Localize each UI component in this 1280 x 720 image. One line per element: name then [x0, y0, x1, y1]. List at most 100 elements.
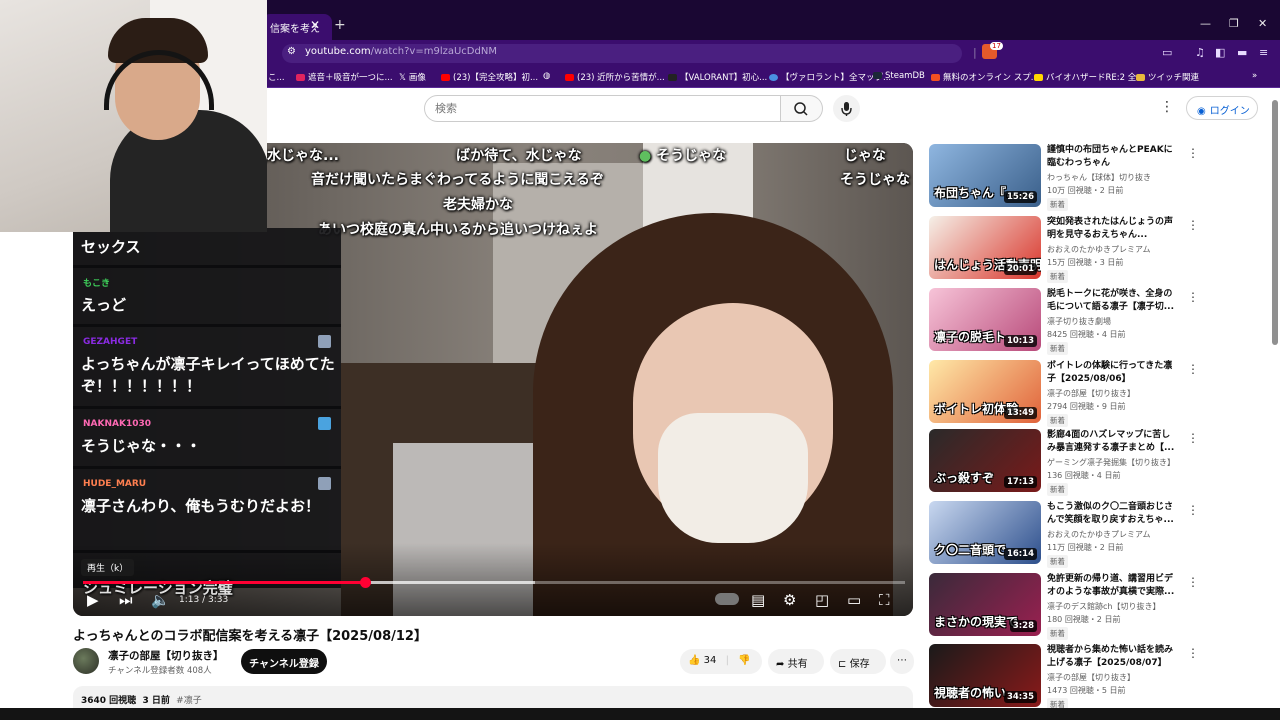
autoplay-toggle[interactable] [715, 593, 739, 605]
recommendation-thumbnail[interactable]: はんじょう活動声明 20:01 [929, 216, 1041, 279]
recommendation-channel[interactable]: おおえのたかゆきプレミアム [1047, 244, 1150, 255]
voice-search-button[interactable] [833, 95, 860, 122]
close-icon[interactable]: ✕ [310, 18, 320, 32]
recommendation-card[interactable]: ク〇二音頭で 16:14 もこう激似のク〇二音頭おじさんで笑顔を取り戻すおえちゃ..… [929, 501, 1269, 569]
chat-message: GEZAHGET よっちゃんが凛子キレイってほめてたぞ！！！！！！！ [73, 329, 341, 409]
recommendation-thumbnail[interactable]: 布団ちゃん『...... 15:26 [929, 144, 1041, 207]
restore-icon[interactable]: ❐ [1229, 17, 1239, 30]
progress-scrubber[interactable] [359, 577, 371, 588]
bookmark-item[interactable]: こ... [268, 71, 285, 83]
recommendation-card[interactable]: 視聴者の怖い 34:35 視聴者から集めた怖い話を読み上げる凛子【2025/08/0… [929, 644, 1269, 712]
minimize-icon[interactable]: — [1200, 17, 1211, 30]
kebab-menu-icon[interactable]: ⋮ [1187, 431, 1199, 445]
bookmark-item[interactable]: (23) 近所から苦情が... [565, 71, 665, 83]
recommendation-channel[interactable]: わっちゃん【球体】切り抜き [1047, 172, 1151, 183]
bookmark-item[interactable]: (23)【完全攻略】初... [441, 71, 538, 83]
search-box[interactable] [424, 95, 781, 122]
scrollbar-thumb[interactable] [1272, 100, 1278, 345]
bookmark-item[interactable]: 𝕏 画像 [399, 71, 426, 83]
progress-bar[interactable] [83, 581, 905, 584]
music-icon[interactable]: ♫ [1195, 46, 1205, 59]
duration-badge: 15:26 [1003, 191, 1037, 203]
youtube-favicon-icon [441, 74, 450, 81]
microphone-icon [841, 102, 852, 116]
search-input[interactable] [425, 96, 755, 121]
recommendation-title[interactable]: 謹慎中の布団ちゃんとPEAKに臨むわっちゃん [1047, 144, 1179, 170]
bookmark-item[interactable]: バイオハザードRE:2 全... [1034, 71, 1144, 83]
bookmark-item[interactable]: 【VALORANT】初心... [668, 71, 767, 83]
kebab-menu-icon[interactable]: ⋮ [1187, 362, 1199, 376]
next-icon[interactable]: ⏭ [119, 591, 133, 609]
bookmarks-overflow-icon[interactable]: » [1252, 71, 1257, 81]
bookmark-item[interactable]: 無料のオンライン スプ... [931, 71, 1039, 83]
play-icon[interactable]: ▶ [87, 591, 99, 609]
recommendation-thumbnail[interactable]: ボイトレ初体験 13:49 [929, 360, 1041, 423]
recommendation-thumbnail[interactable]: ぶっ殺すぞ 17:13 [929, 429, 1041, 492]
recommendation-channel[interactable]: 凛子の部屋【切り抜き】 [1047, 672, 1135, 683]
recommendation-channel[interactable]: ゲーミング凛子発掘集【切り抜き】 [1047, 457, 1175, 468]
recommendation-card[interactable]: ボイトレ初体験 13:49 ボイトレの体験に行ってきた凛子【2025/08/06】凛… [929, 360, 1269, 428]
recommendation-thumbnail[interactable]: 視聴者の怖い 34:35 [929, 644, 1041, 707]
share-button[interactable]: ➦ 共有 [768, 649, 824, 674]
bookmark-favicon-icon [296, 74, 305, 81]
site-info-icon[interactable]: ⚙ [287, 46, 296, 57]
recommendation-thumbnail[interactable]: 凛子の脱毛ト 10:13 [929, 288, 1041, 351]
screen-icon[interactable]: ▭ [1162, 46, 1172, 59]
gear-icon[interactable]: ⚙ [783, 591, 796, 609]
recommendation-card[interactable]: ぶっ殺すぞ 17:13 影廊4面のハズレマップに苦しみ暴言連発する凛子まとめ【...… [929, 429, 1269, 497]
bookmark-item[interactable]: 遮音＋吸音が一つに... [296, 71, 393, 83]
more-actions-icon[interactable]: ⋯ [890, 649, 914, 674]
url-text[interactable]: youtube.com/watch?v=m9lzaUcDdNM [305, 46, 497, 57]
browser-menu-icon[interactable]: ≡ [1259, 46, 1268, 59]
recommendation-title[interactable]: 視聴者から集めた怖い話を読み上げる凛子【2025/08/07】 [1047, 644, 1179, 670]
youtube-favicon-icon [565, 74, 574, 81]
recommendation-channel[interactable]: 凛子のデス館跡ch【切り抜き】 [1047, 601, 1160, 612]
channel-avatar[interactable] [73, 648, 99, 674]
recommendation-channel[interactable]: 凛子切り抜き劇場 [1047, 316, 1111, 327]
save-button[interactable]: ⊏ 保存 [830, 649, 886, 674]
subscribe-button[interactable]: チャンネル登録 [241, 649, 327, 674]
miniplayer-icon[interactable]: ◰ [815, 591, 829, 609]
kebab-menu-icon[interactable]: ⋮ [1187, 218, 1199, 232]
like-button[interactable]: 👍 34 [688, 655, 716, 666]
recommendation-title[interactable]: 免許更新の帰り道、講習用ビデオのような事故が真横で実際... [1047, 573, 1179, 599]
theater-mode-icon[interactable]: ▭ [847, 591, 861, 609]
recommendation-card[interactable]: はんじょう活動声明 20:01 突如発表されたはんじょうの声明を見守るおえちゃん..… [929, 216, 1269, 284]
recommendation-card[interactable]: 凛子の脱毛ト 10:13 脱毛トークに花が咲き、全身の毛について語る凛子【凛子切..… [929, 288, 1269, 356]
thumbs-down-icon[interactable]: 👎 [738, 655, 750, 666]
recommendation-title[interactable]: 脱毛トークに花が咲き、全身の毛について語る凛子【凛子切... [1047, 288, 1179, 314]
bookmark-item[interactable]: ◍ [543, 71, 560, 81]
divider: | [725, 655, 729, 666]
recommendation-card[interactable]: 布団ちゃん『...... 15:26 謹慎中の布団ちゃんとPEAKに臨むわっちゃんわ… [929, 144, 1269, 212]
kebab-menu-icon[interactable]: ⋮ [1187, 646, 1199, 660]
recommendation-title[interactable]: 影廊4面のハズレマップに苦しみ暴言連発する凛子まとめ【... [1047, 429, 1179, 455]
recommendation-channel[interactable]: 凛子の部屋【切り抜き】 [1047, 388, 1135, 399]
window-close-icon[interactable]: ✕ [1258, 17, 1267, 30]
kebab-menu-icon[interactable]: ⋮ [1187, 146, 1199, 160]
recommendation-card[interactable]: まさかの現実で 3:28 免許更新の帰り道、講習用ビデオのような事故が真横で実際..… [929, 573, 1269, 641]
search-button[interactable] [781, 95, 823, 122]
divider: | [973, 46, 977, 59]
login-button[interactable]: ◉ ログイン [1186, 96, 1258, 120]
recommendation-thumbnail[interactable]: まさかの現実で 3:28 [929, 573, 1041, 636]
recommendation-thumbnail[interactable]: ク〇二音頭で 16:14 [929, 501, 1041, 564]
recommendation-channel[interactable]: おおえのたかゆきプレミアム [1047, 529, 1150, 540]
volume-icon[interactable]: 🔈 [151, 591, 170, 609]
browser-tab-active[interactable]: 信案を考え [262, 14, 332, 40]
bookmark-folder[interactable]: ツイッチ関連 [1136, 71, 1199, 83]
new-tab-plus-icon[interactable]: + [334, 17, 346, 33]
bookmark-item[interactable]: SteamDB [873, 71, 925, 81]
vpn-icon[interactable]: ▬ [1237, 46, 1247, 59]
settings-menu-icon[interactable]: ⋮ [1160, 99, 1174, 115]
kebab-menu-icon[interactable]: ⋮ [1187, 503, 1199, 517]
recommendation-title[interactable]: もこう激似のク〇二音頭おじさんで笑顔を取り戻すおえちゃ... [1047, 501, 1179, 527]
sidebar-icon[interactable]: ◧ [1215, 46, 1225, 59]
recommendation-title[interactable]: ボイトレの体験に行ってきた凛子【2025/08/06】 [1047, 360, 1179, 386]
subtitles-icon[interactable]: ▤ [751, 591, 765, 609]
recommendation-title[interactable]: 突如発表されたはんじょうの声明を見守るおえちゃん... [1047, 216, 1179, 242]
channel-name[interactable]: 凛子の部屋【切り抜き】 [108, 648, 224, 663]
kebab-menu-icon[interactable]: ⋮ [1187, 290, 1199, 304]
hashtag-link[interactable]: #凛子 [176, 696, 202, 706]
fullscreen-icon[interactable]: ⛶ [879, 591, 890, 609]
kebab-menu-icon[interactable]: ⋮ [1187, 575, 1199, 589]
